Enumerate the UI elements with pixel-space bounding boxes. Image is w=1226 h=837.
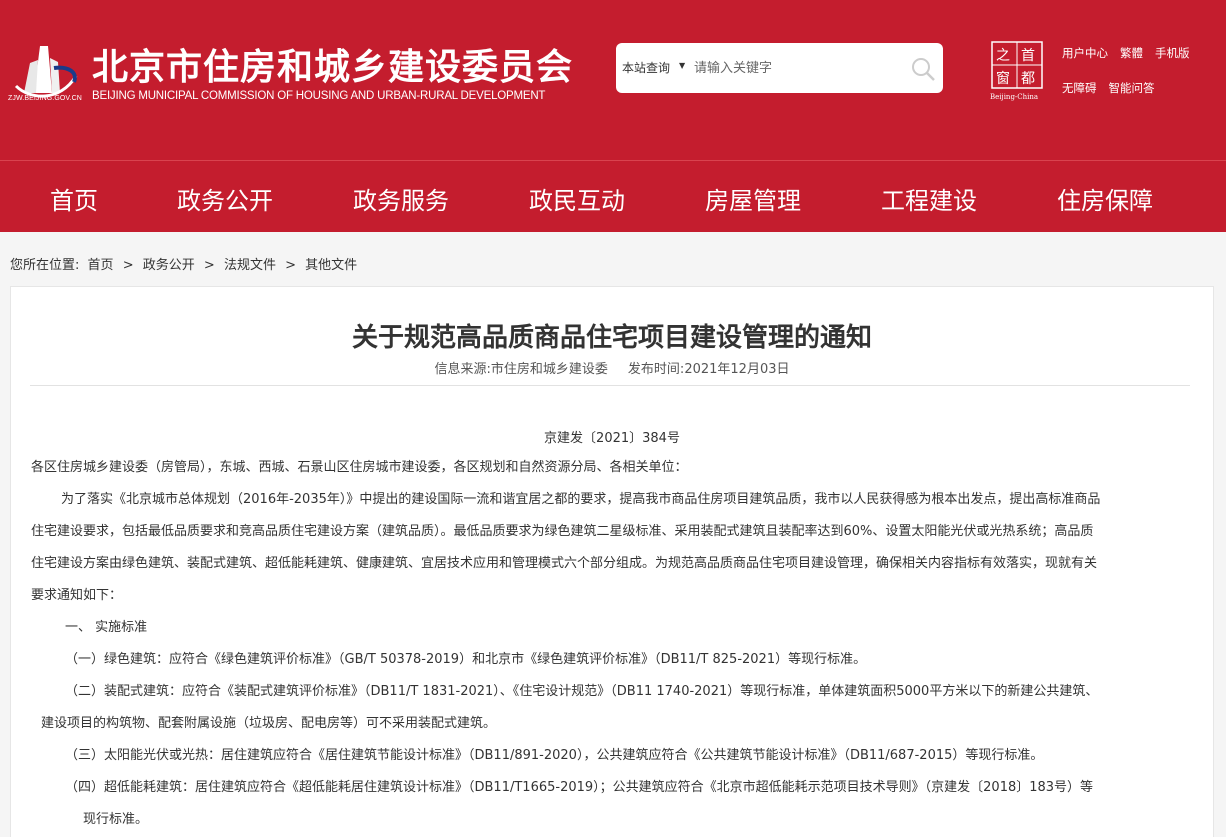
- nav-item-housing-management[interactable]: 房屋管理: [705, 181, 801, 216]
- capital-window-logo-icon[interactable]: 首 都 之 窗 Beijing-China: [990, 40, 1044, 102]
- breadcrumb-separator: >: [203, 258, 215, 273]
- title-divider: [30, 385, 1190, 386]
- nav-item-home[interactable]: 首页: [50, 181, 98, 216]
- article-container: 关于规范高品质商品住宅项目建设管理的通知 信息来源:市住房和城乡建设委 发布时间:…: [10, 286, 1214, 837]
- article-line: 要求通知如下：: [31, 588, 123, 603]
- breadcrumb-item-home[interactable]: 首页: [88, 258, 114, 273]
- traditional-chinese-link[interactable]: 繁體: [1120, 46, 1143, 60]
- caret-down-icon[interactable]: ▼: [679, 61, 685, 70]
- accessibility-link[interactable]: 无障碍: [1062, 81, 1097, 95]
- capital-window-char: 首: [1021, 48, 1035, 64]
- breadcrumb-item-regulations[interactable]: 法规文件: [224, 258, 276, 273]
- site-header: ZJW.BEIJING.GOV.CN 北京市住房和城乡建设委员会 BEIJING…: [0, 0, 1226, 160]
- nav-item-construction[interactable]: 工程建设: [881, 181, 977, 216]
- mobile-version-link[interactable]: 手机版: [1155, 46, 1190, 60]
- nav-item-housing-security[interactable]: 住房保障: [1057, 181, 1153, 216]
- document-number: 京建发〔2021〕384号: [544, 431, 680, 446]
- search-input[interactable]: [694, 55, 894, 81]
- smart-qa-link[interactable]: 智能问答: [1109, 81, 1155, 95]
- capital-window-char: 都: [1021, 71, 1035, 87]
- article-meta: 信息来源:市住房和城乡建设委 发布时间:2021年12月03日: [11, 358, 1213, 377]
- top-links-row1: 用户中心 繁體 手机版: [1062, 45, 1202, 61]
- user-center-link[interactable]: 用户中心: [1062, 46, 1108, 60]
- capital-window-char: 之: [996, 48, 1010, 64]
- date-label: 发布时间:: [627, 362, 685, 377]
- nav-item-government-services[interactable]: 政务服务: [353, 181, 449, 216]
- article-line: （一）绿色建筑：应符合《绿色建筑评价标准》（GB/T 50378-2019）和北…: [65, 652, 867, 667]
- capital-window-char: 窗: [996, 70, 1010, 87]
- breadcrumb-separator: >: [122, 258, 134, 273]
- article-line: 住宅建设方案由绿色建筑、装配式建筑、超低能耗建筑、健康建筑、宜居技术应用和管理模…: [31, 556, 1098, 571]
- breadcrumb: 您所在位置: 首页 > 政务公开 > 法规文件 > 其他文件: [10, 254, 357, 273]
- nav-item-government-affairs-disclosure[interactable]: 政务公开: [177, 181, 273, 216]
- article-line: 住宅建设要求，包括最低品质要求和竞高品质住宅建设方案（建筑品质）。最低品质要求为…: [31, 524, 1094, 539]
- source-label: 信息来源:: [434, 362, 491, 377]
- search-scope-select[interactable]: 本站查询: [622, 59, 670, 76]
- site-subtitle: BEIJING MUNICIPAL COMMISSION OF HOUSING …: [92, 90, 546, 102]
- article-line: （二）装配式建筑：应符合《装配式建筑评价标准》（DB11/T 1831-2021…: [65, 684, 1099, 699]
- article-line: 为了落实《北京城市总体规划（2016年-2035年）》中提出的建设国际一流和谐宜…: [61, 492, 1101, 507]
- article-line: 各区住房城乡建设委（房管局），东城、西城、石景山区住房城市建设委，各区规划和自然…: [31, 460, 688, 475]
- nav-item-public-interaction[interactable]: 政民互动: [529, 181, 625, 216]
- breadcrumb-item-other-documents[interactable]: 其他文件: [305, 258, 357, 273]
- article-line: 现行标准。: [83, 812, 149, 827]
- section-heading: 一、 实施标准: [65, 620, 148, 635]
- breadcrumb-item-government-affairs[interactable]: 政务公开: [143, 258, 195, 273]
- article-source: 市住房和城乡建设委: [490, 362, 608, 377]
- main-nav: 首页 政务公开 政务服务 政民互动 房屋管理 工程建设 住房保障: [0, 160, 1226, 232]
- breadcrumb-separator: >: [285, 258, 296, 273]
- article-date: 2021年12月03日: [684, 362, 790, 377]
- top-links-row2: 无障碍 智能问答: [1062, 80, 1167, 96]
- site-title[interactable]: 北京市住房和城乡建设委员会: [92, 38, 573, 90]
- article-line: （四）超低能耗建筑：居住建筑应符合《超低能耗居住建筑设计标准》（DB11/T16…: [65, 780, 1094, 795]
- article-title: 关于规范高品质商品住宅项目建设管理的通知: [351, 323, 872, 353]
- search-icon[interactable]: [910, 56, 936, 82]
- logo-url-text: ZJW.BEIJING.GOV.CN: [8, 95, 82, 102]
- capital-window-caption: Beijing-China: [990, 93, 1038, 101]
- article-line: 建设项目的构筑物、配套附属设施（垃圾房、配电房等）可不采用装配式建筑。: [41, 716, 497, 731]
- breadcrumb-prefix: 您所在位置:: [10, 258, 80, 273]
- article-line: （三）太阳能光伏或光热：居住建筑应符合《居住建筑节能设计标准》（DB11/891…: [65, 748, 1044, 763]
- search-box: 本站查询 ▼: [616, 43, 943, 93]
